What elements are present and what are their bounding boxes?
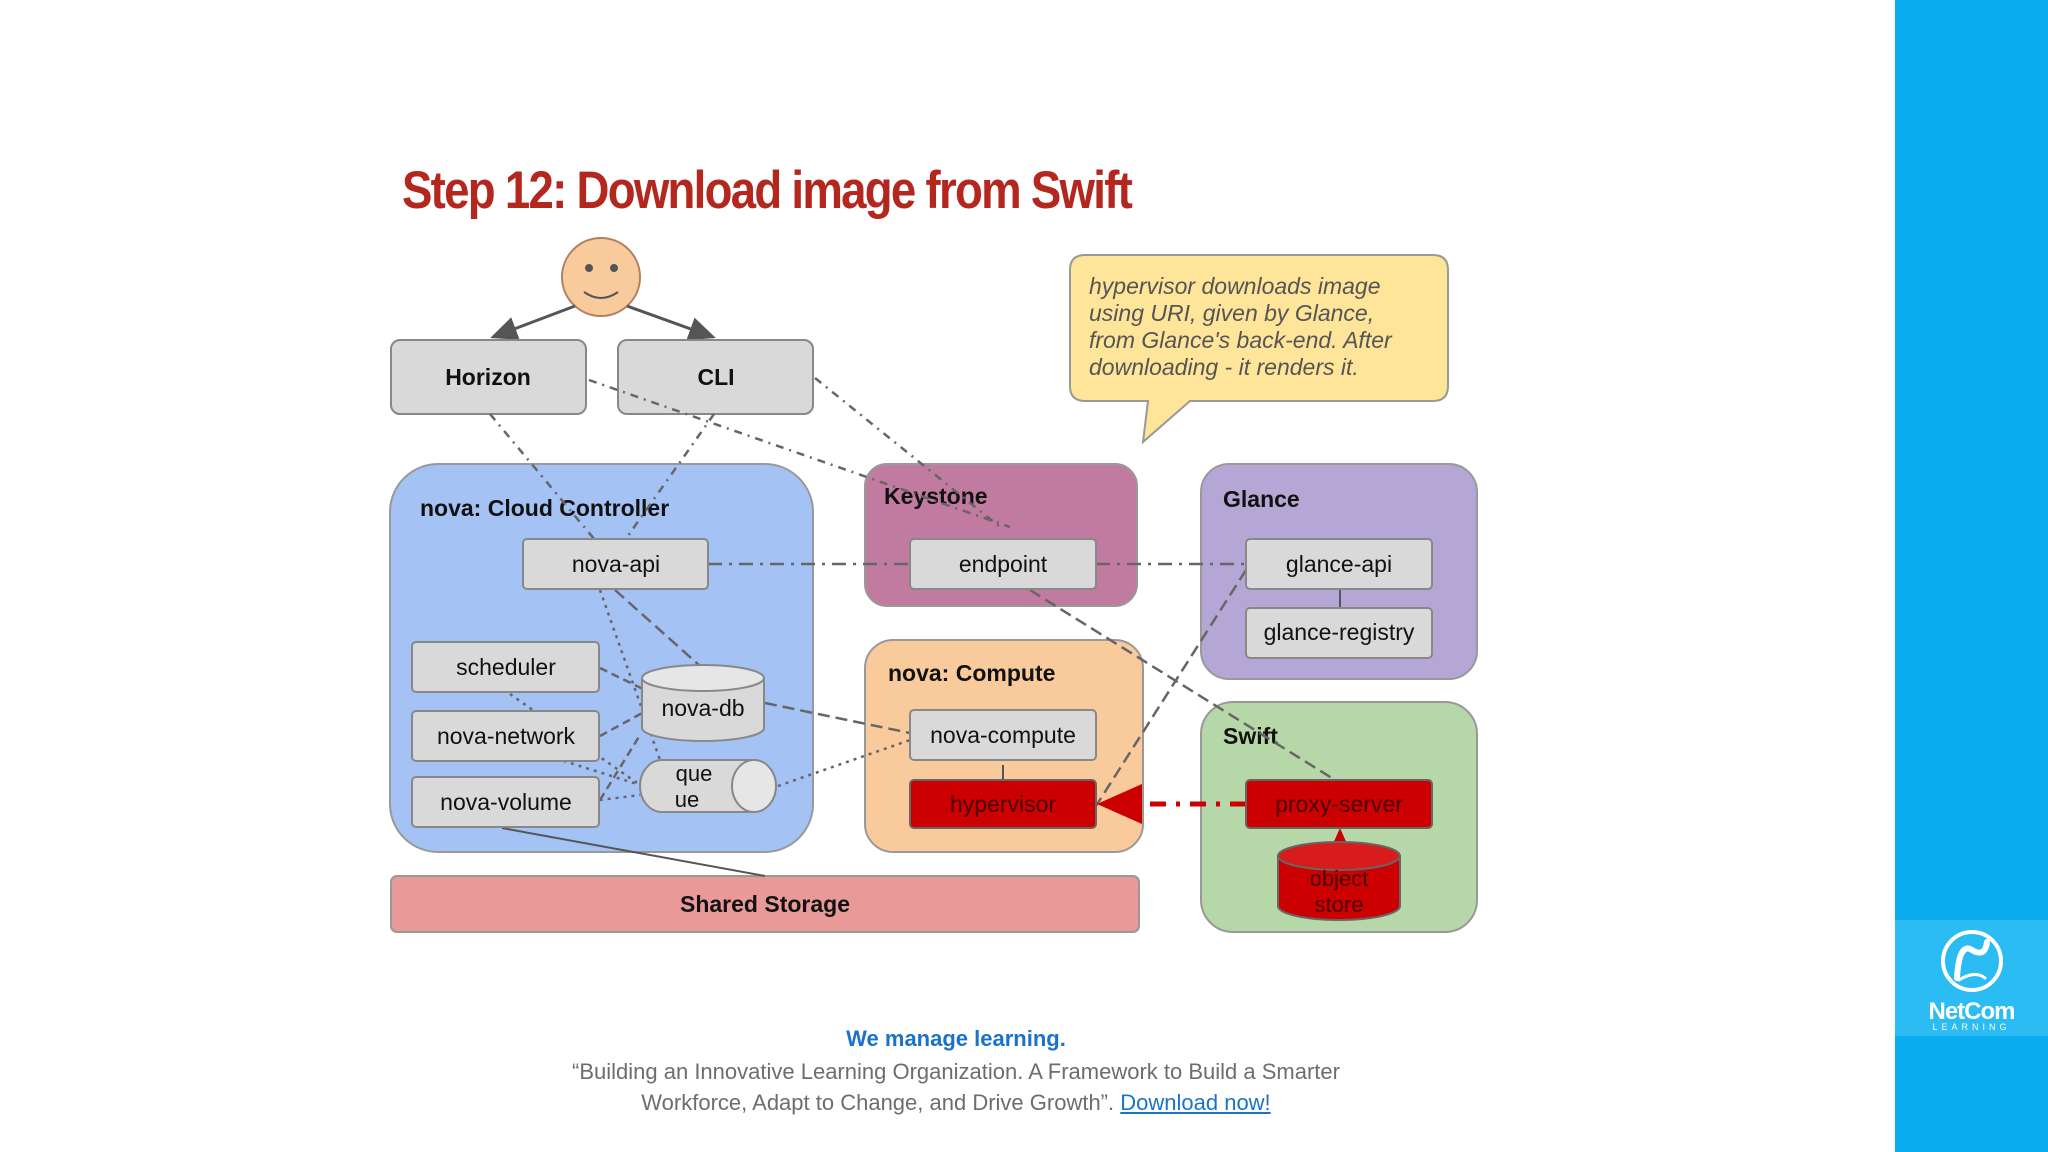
hypervisor-label: hypervisor xyxy=(950,791,1056,817)
nova-api-label: nova-api xyxy=(572,551,660,577)
nova-db-cylinder: nova-db xyxy=(641,664,765,742)
nova-compute-box: nova-compute xyxy=(909,709,1097,761)
queue-label-2: ue xyxy=(675,787,699,812)
quote-line-1: “Building an Innovative Learning Organiz… xyxy=(572,1059,1340,1084)
quote-line-2: Workforce, Adapt to Change, and Drive Gr… xyxy=(641,1090,1115,1115)
callout-line-4: downloading - it renders it. xyxy=(1089,354,1359,380)
netcom-swirl-icon xyxy=(1941,930,2003,992)
glance-api-box: glance-api xyxy=(1245,538,1433,590)
glance-registry-label: glance-registry xyxy=(1264,619,1415,645)
footer-tagline: We manage learning. xyxy=(846,1026,1066,1051)
cli-label: CLI xyxy=(697,364,734,390)
download-now-link[interactable]: Download now! xyxy=(1120,1090,1270,1115)
callout-line-1: hypervisor downloads image xyxy=(1089,273,1381,299)
footer-quote: “Building an Innovative Learning Organiz… xyxy=(540,1056,1372,1118)
nova-network-label: nova-network xyxy=(437,723,576,749)
endpoint-label: endpoint xyxy=(959,551,1048,577)
glance-title: Glance xyxy=(1223,486,1300,512)
user-to-horizon-arrow xyxy=(490,304,576,340)
horizon-label: Horizon xyxy=(445,364,531,390)
proxy-server-label: proxy-server xyxy=(1275,791,1403,817)
endpoint-box: endpoint xyxy=(909,538,1097,590)
netcom-logo[interactable]: NetCom LEARNING xyxy=(1895,920,2048,1036)
queue-cylinder: que ue xyxy=(639,759,777,813)
callout-line-3: from Glance's back-end. After xyxy=(1089,327,1393,353)
nova-api-box: nova-api xyxy=(522,538,709,590)
nova-compute-label: nova-compute xyxy=(930,722,1076,748)
scheduler-box: scheduler xyxy=(411,641,600,693)
object-store-label-1: object xyxy=(1310,866,1369,891)
object-store-label-2: store xyxy=(1315,892,1364,917)
glance-api-label: glance-api xyxy=(1286,551,1392,577)
cli-box: CLI xyxy=(617,339,814,415)
user-to-cli-arrow xyxy=(626,304,716,341)
nova-volume-box: nova-volume xyxy=(411,776,600,828)
nova-volume-label: nova-volume xyxy=(440,789,572,815)
proxy-server-box: proxy-server xyxy=(1245,779,1433,829)
callout-line-2: using URI, given by Glance, xyxy=(1089,300,1374,326)
cloud-controller-title: nova: Cloud Controller xyxy=(420,495,669,521)
logo-sub: LEARNING xyxy=(1932,1022,2011,1032)
queue-label-1: que xyxy=(676,761,713,786)
hypervisor-box: hypervisor xyxy=(909,779,1097,829)
architecture-diagram: Horizon CLI hypervisor downloads image u… xyxy=(389,237,1478,933)
scheduler-label: scheduler xyxy=(456,654,556,680)
nova-db-label: nova-db xyxy=(661,695,744,721)
glance-registry-box: glance-registry xyxy=(1245,607,1433,659)
callout-bubble: hypervisor downloads image using URI, gi… xyxy=(1069,254,1449,445)
user-face-icon xyxy=(561,237,641,317)
nova-network-box: nova-network xyxy=(411,710,600,762)
shared-storage-label: Shared Storage xyxy=(680,891,850,917)
horizon-box: Horizon xyxy=(390,339,587,415)
object-store-cylinder: object store xyxy=(1277,841,1401,921)
compute-title: nova: Compute xyxy=(888,660,1055,686)
